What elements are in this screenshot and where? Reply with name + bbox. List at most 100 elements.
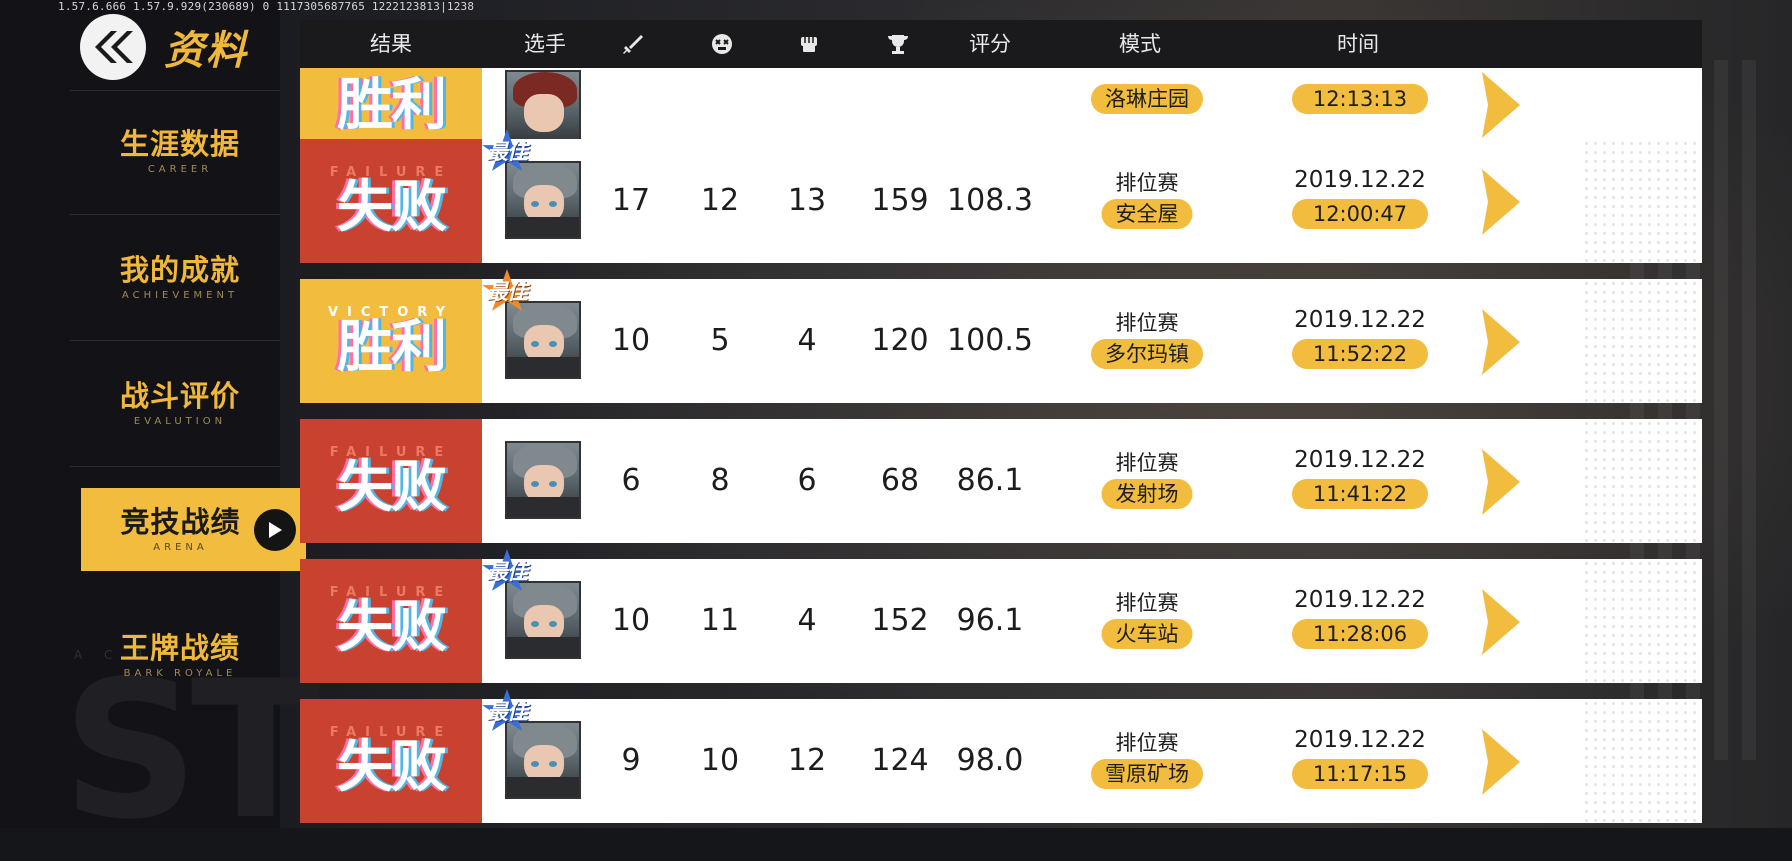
chevron-right-icon[interactable] — [1480, 169, 1520, 235]
assists-value: 4 — [797, 603, 817, 638]
mode-type: 排位赛 — [1115, 311, 1179, 335]
header-result: 结果 — [370, 32, 412, 56]
header-player: 选手 — [524, 32, 566, 56]
deaths-value: 5 — [710, 323, 730, 358]
table-header: 结果 选手 评分 模式 时间 — [300, 20, 1702, 68]
best-player-badge: 最佳 — [475, 689, 539, 733]
chevron-right-icon[interactable] — [1480, 449, 1520, 515]
trophies-value: 120 — [871, 323, 929, 358]
back-button[interactable] — [80, 14, 146, 80]
time-badge: 12:00:47 — [1292, 199, 1428, 229]
sidebar-item-sublabel: BARK ROYALE — [123, 668, 237, 679]
table-row[interactable]: FAILURE 失败 最佳 10 11 4 152 96.1 排位赛 火车站 2… — [300, 549, 1702, 683]
assists-value: 4 — [797, 323, 817, 358]
assists-value: 6 — [797, 463, 817, 498]
player-avatar — [505, 441, 581, 519]
map-badge: 安全屋 — [1101, 199, 1193, 229]
match-date: 2019.12.22 — [1294, 587, 1426, 613]
map-badge: 发射场 — [1101, 479, 1193, 509]
sword-icon — [622, 20, 644, 68]
trophies-value: 159 — [871, 183, 929, 218]
sidebar-item-label: 生涯数据 — [119, 127, 240, 161]
result-box: FAILURE 失败 — [300, 559, 482, 683]
best-player-badge: 最佳 — [475, 269, 539, 313]
result-label: 失败 — [337, 454, 447, 520]
result-label: 失败 — [337, 734, 447, 800]
header-mode: 模式 — [1119, 32, 1161, 56]
header-time: 时间 — [1337, 32, 1379, 56]
mode-type: 排位赛 — [1115, 451, 1179, 475]
kills-value: 6 — [621, 463, 641, 498]
match-list[interactable]: 胜利 洛琳庄园 12:13:13 FAILURE 失败 最佳 17 12 13 … — [300, 68, 1702, 828]
best-badge-label: 最佳 — [487, 700, 528, 724]
result-box: FAILURE 失败 — [300, 139, 482, 263]
result-label: 失败 — [337, 174, 447, 240]
sidebar-item-achievement[interactable]: 我的成就 ACHIEVEMENT — [80, 252, 280, 301]
trophies-value: 152 — [871, 603, 929, 638]
best-badge-label: 最佳 — [487, 140, 528, 164]
sidebar-item-arena[interactable]: 竞技战绩 ARENA — [81, 488, 306, 571]
trophies-value: 68 — [880, 463, 920, 498]
kills-value: 17 — [611, 183, 651, 218]
mode-type: 排位赛 — [1115, 731, 1179, 755]
map-badge: 雪原矿场 — [1091, 759, 1203, 789]
sidebar-divider — [70, 90, 280, 91]
best-player-badge: 最佳 — [475, 549, 539, 593]
time-badge: 11:41:22 — [1292, 479, 1428, 509]
sidebar-item-sublabel: CAREER — [147, 164, 213, 175]
double-chevron-left-icon — [95, 31, 133, 63]
chevron-right-icon[interactable] — [1480, 729, 1520, 795]
match-date: 2019.12.22 — [1294, 727, 1426, 753]
row-dot-pattern — [1582, 419, 1702, 543]
best-player-badge: 最佳 — [475, 129, 539, 173]
map-badge: 洛琳庄园 — [1091, 84, 1203, 114]
match-date: 2019.12.22 — [1294, 307, 1426, 333]
chevron-right-icon[interactable] — [1480, 589, 1520, 655]
sidebar-item-sublabel: EVALUTION — [133, 416, 227, 427]
skull-icon — [711, 20, 733, 68]
assists-value: 13 — [787, 183, 827, 218]
sidebar-item-label: 战斗评价 — [119, 379, 240, 413]
match-date: 2019.12.22 — [1294, 167, 1426, 193]
trophies-value: 124 — [871, 743, 929, 778]
score-value: 96.1 — [956, 603, 1024, 638]
fist-icon — [798, 20, 820, 68]
score-value: 98.0 — [956, 743, 1024, 778]
time-badge: 11:17:15 — [1292, 759, 1428, 789]
table-row[interactable]: FAILURE 失败 6 8 6 68 86.1 排位赛 发射场 2019.12… — [300, 419, 1702, 543]
map-badge: 多尔玛镇 — [1091, 339, 1203, 369]
sidebar-item-career[interactable]: 生涯数据 CAREER — [80, 126, 280, 175]
chevron-right-icon[interactable] — [1480, 72, 1520, 138]
play-icon — [254, 509, 296, 551]
result-box: FAILURE 失败 — [300, 699, 482, 823]
result-box: VICTORY 胜利 — [300, 279, 482, 403]
sidebar-item-bark-royale[interactable]: 王牌战绩 BARK ROYALE — [80, 630, 280, 679]
deaths-value: 8 — [710, 463, 730, 498]
sidebar: ST A C B 资料 生涯数据 CAREER 我的成就 ACHIEVEMENT… — [0, 0, 320, 861]
score-value: 108.3 — [947, 183, 1033, 218]
time-badge: 11:28:06 — [1292, 619, 1428, 649]
sidebar-divider — [70, 214, 280, 215]
sidebar-item-label: 王牌战绩 — [119, 631, 240, 665]
table-row[interactable]: FAILURE 失败 最佳 17 12 13 159 108.3 排位赛 安全屋… — [300, 129, 1702, 263]
row-dot-pattern — [1582, 279, 1702, 403]
result-label: 失败 — [337, 594, 447, 660]
sidebar-item-evaluation[interactable]: 战斗评价 EVALUTION — [80, 378, 280, 427]
deaths-value: 10 — [700, 743, 740, 778]
table-row[interactable]: FAILURE 失败 最佳 9 10 12 124 98.0 排位赛 雪原矿场 … — [300, 689, 1702, 823]
mode-type: 排位赛 — [1115, 171, 1179, 195]
sidebar-item-sublabel: ACHIEVEMENT — [121, 290, 239, 301]
row-dot-pattern — [1582, 139, 1702, 263]
page-title: 资料 — [164, 28, 248, 74]
time-badge: 11:52:22 — [1292, 339, 1428, 369]
sidebar-divider — [70, 466, 280, 467]
deaths-value: 11 — [700, 603, 740, 638]
chevron-right-icon[interactable] — [1480, 309, 1520, 375]
table-row[interactable]: VICTORY 胜利 最佳 10 5 4 120 100.5 排位赛 多尔玛镇 … — [300, 269, 1702, 403]
trophy-icon — [886, 20, 910, 68]
result-label: 胜利 — [337, 314, 447, 380]
score-value: 86.1 — [956, 463, 1024, 498]
best-badge-label: 最佳 — [487, 280, 528, 304]
mode-type: 排位赛 — [1115, 591, 1179, 615]
match-date: 2019.12.22 — [1294, 447, 1426, 473]
